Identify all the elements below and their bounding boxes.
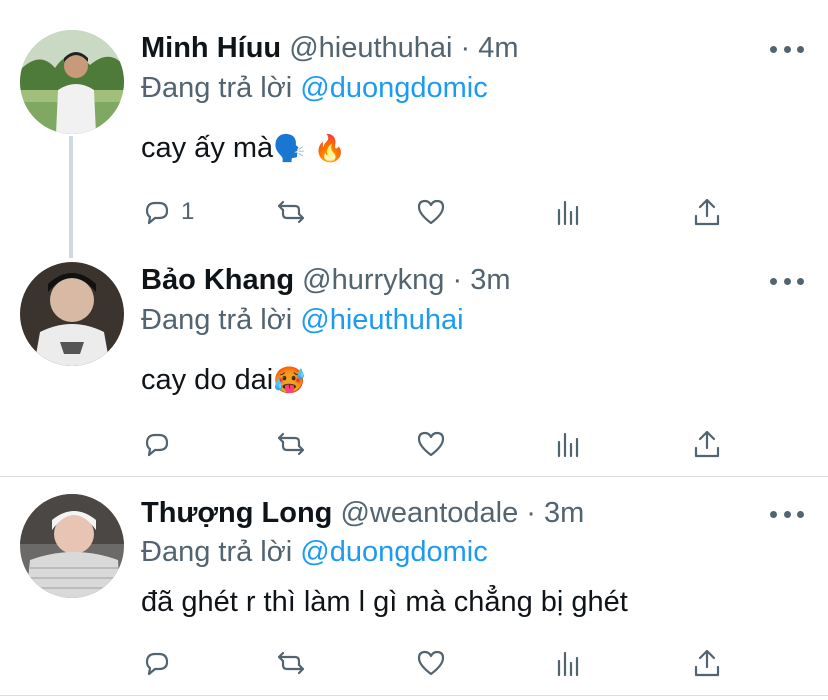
like-icon [417, 199, 445, 225]
reply-mention[interactable]: @duongdomic [300, 536, 487, 568]
like-icon [417, 650, 445, 676]
analytics-icon [557, 432, 579, 458]
tweet-2[interactable]: Bảo Khang @hurrykng · 3m Đang trả lời @h… [0, 240, 828, 476]
action-bar [141, 424, 741, 464]
reply-button[interactable]: 1 [141, 192, 194, 232]
tweet-emoji: 🥵 [273, 366, 306, 396]
replying-to: Đang trả lời @hieuthuhai [141, 303, 464, 337]
more-icon[interactable] [770, 275, 804, 287]
analytics-icon [557, 200, 579, 226]
share-icon [694, 198, 720, 226]
analytics-button[interactable] [553, 424, 585, 464]
replying-to-label: Đang trả lời [141, 72, 293, 104]
display-name[interactable]: Minh Híuu [141, 32, 281, 64]
replying-to-label: Đang trả lời [141, 536, 293, 568]
like-button[interactable] [415, 192, 447, 232]
replying-to: Đang trả lời @duongdomic [141, 535, 488, 569]
retweet-button[interactable] [275, 424, 307, 464]
separator-dot: · [460, 32, 471, 64]
retweet-icon [277, 432, 305, 456]
tweet-divider [0, 695, 828, 696]
reply-icon [145, 652, 169, 676]
replying-to: Đang trả lời @duongdomic [141, 71, 488, 105]
share-button[interactable] [691, 643, 723, 683]
analytics-button[interactable] [553, 192, 585, 232]
tweet-body: cay do dai [141, 364, 274, 396]
share-button[interactable] [691, 424, 723, 464]
display-name[interactable]: Bảo Khang [141, 264, 294, 296]
more-icon[interactable] [770, 508, 804, 520]
tweet-text: cay ấy mà🗣️ 🔥 [141, 131, 346, 166]
tweet-body: cay ấy mà [141, 132, 274, 164]
tweet-3[interactable]: Thượng Long @weantodale · 3m Đang trả lờ… [0, 477, 828, 700]
reply-icon [145, 201, 169, 225]
retweet-button[interactable] [275, 643, 307, 683]
tweet-header: Minh Híuu @hieuthuhai · 4m [141, 31, 519, 65]
share-icon [694, 649, 720, 677]
retweet-icon [277, 651, 305, 675]
action-bar: 1 [141, 192, 741, 232]
reply-button[interactable] [141, 643, 181, 683]
reply-mention[interactable]: @duongdomic [300, 72, 487, 104]
action-bar [141, 643, 741, 683]
separator-dot: · [452, 264, 463, 296]
tweet-header: Thượng Long @weantodale · 3m [141, 496, 584, 530]
like-button[interactable] [415, 424, 447, 464]
tweet-1[interactable]: Minh Híuu @hieuthuhai · 4m Đang trả lời … [0, 0, 828, 240]
retweet-icon [277, 200, 305, 224]
like-icon [417, 431, 445, 457]
avatar[interactable] [20, 262, 124, 366]
avatar[interactable] [20, 494, 124, 598]
avatar[interactable] [20, 30, 124, 134]
share-icon [694, 430, 720, 458]
reply-mention[interactable]: @hieuthuhai [300, 304, 463, 336]
tweet-text: đã ghét r thì làm l gì mà chẳng bị ghét [141, 585, 628, 619]
share-button[interactable] [691, 192, 723, 232]
like-button[interactable] [415, 643, 447, 683]
display-name[interactable]: Thượng Long [141, 497, 332, 529]
replying-to-label: Đang trả lời [141, 304, 293, 336]
reply-count: 1 [181, 198, 195, 225]
timestamp[interactable]: 4m [478, 32, 518, 64]
reply-icon [145, 433, 169, 457]
timestamp[interactable]: 3m [544, 497, 584, 529]
tweet-header: Bảo Khang @hurrykng · 3m [141, 263, 511, 297]
retweet-button[interactable] [275, 192, 307, 232]
separator-dot: · [526, 497, 536, 529]
timestamp[interactable]: 3m [470, 264, 510, 296]
user-handle[interactable]: @hieuthuhai [289, 32, 452, 64]
tweet-body: đã ghét r thì làm l gì mà chẳng bị ghét [141, 586, 628, 618]
user-handle[interactable]: @weantodale [340, 497, 518, 529]
reply-button[interactable] [141, 424, 181, 464]
tweet-text: cay do dai🥵 [141, 363, 306, 398]
tweet-emoji: 🗣️ 🔥 [273, 134, 347, 164]
analytics-icon [557, 651, 579, 677]
analytics-button[interactable] [553, 643, 585, 683]
more-icon[interactable] [770, 43, 804, 55]
user-handle[interactable]: @hurrykng [302, 264, 444, 296]
